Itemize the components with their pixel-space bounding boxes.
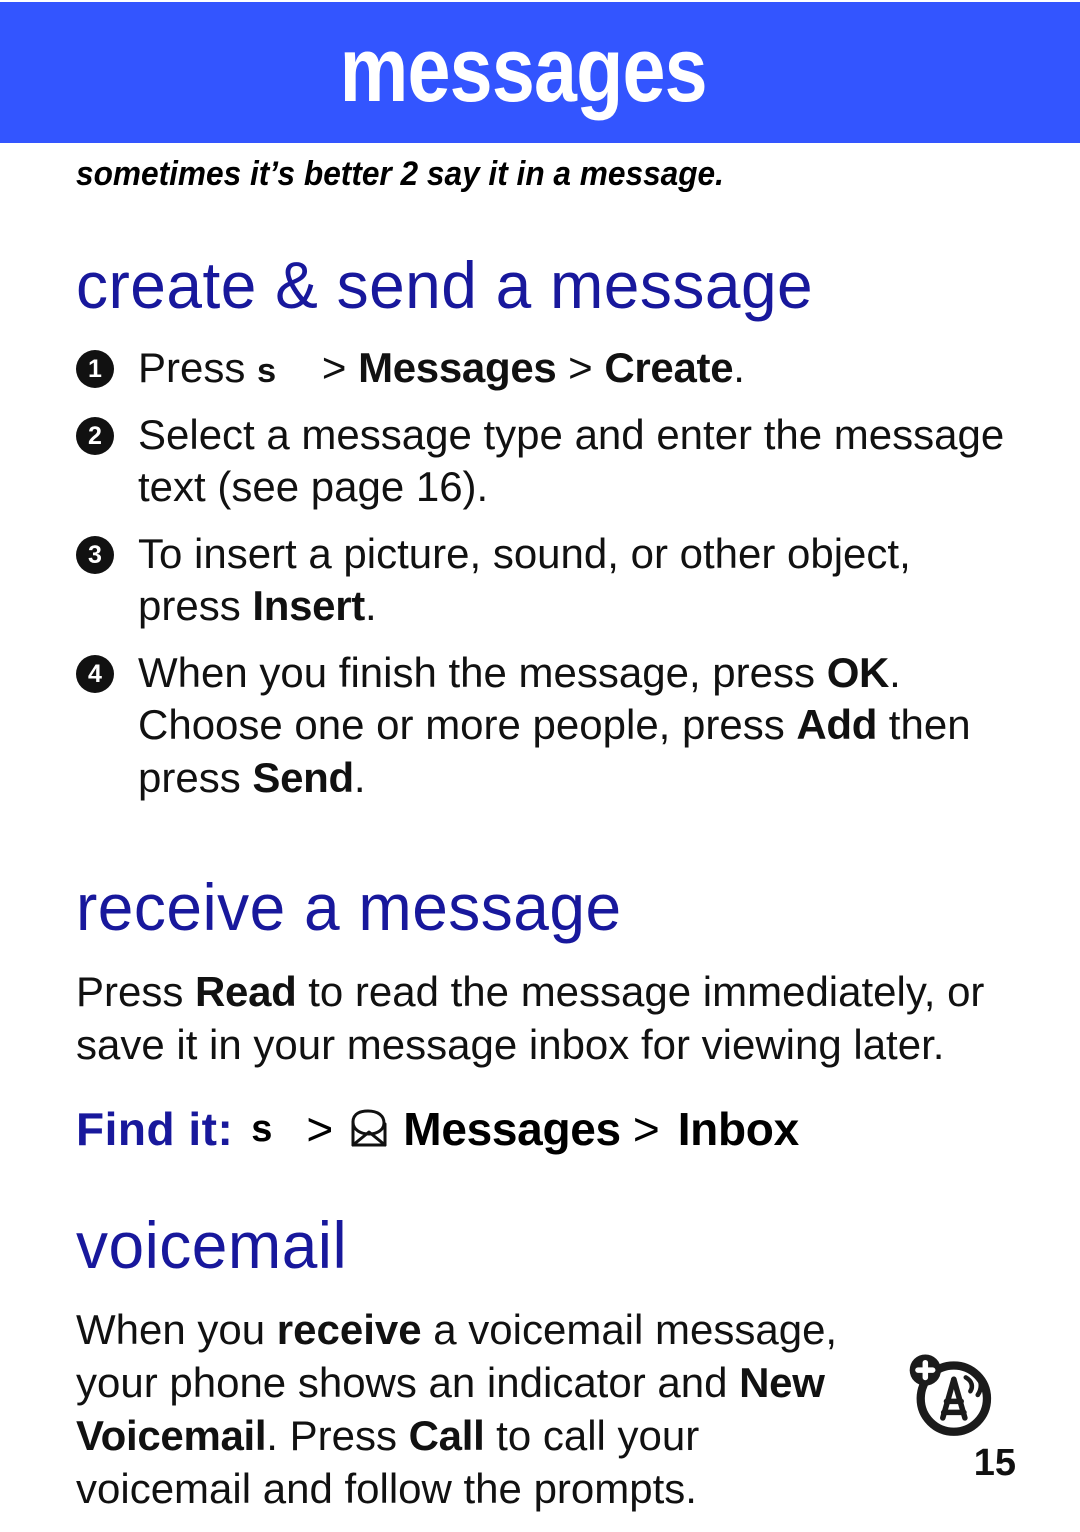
softkey-label-send: Send — [252, 753, 354, 801]
voicemail-block: When you receive a voicemail message, yo… — [76, 1278, 1016, 1516]
step-text: When you finish the message, press OK. C… — [138, 647, 1016, 805]
path-item-messages: Messages — [403, 1102, 621, 1155]
paragraph-fragment: When you — [76, 1305, 277, 1353]
step-number-badge: 2 — [76, 416, 114, 455]
section-heading-create-send: create & send a message — [76, 248, 814, 322]
step-text: To insert a picture, sound, or other obj… — [138, 528, 1016, 633]
step-text-fragment: > — [556, 344, 605, 391]
page-header-banner: messages — [0, 2, 1080, 143]
center-select-key-glyph: s — [257, 352, 277, 390]
section-heading-voicemail: voicemail — [76, 1207, 348, 1282]
step-item: 3 To insert a picture, sound, or other o… — [76, 528, 1016, 633]
voicemail-icon-column — [906, 1278, 1016, 1445]
softkey-label-call: Call — [408, 1411, 485, 1459]
step-number-badge: 1 — [76, 350, 114, 388]
paragraph-voicemail: When you receive a voicemail message, yo… — [76, 1304, 866, 1516]
step-text: Press s > Messages > Create. — [138, 342, 745, 395]
step-text-fragment: . — [364, 582, 377, 629]
menu-label-create: Create — [604, 344, 734, 391]
step-text: Select a message type and enter the mess… — [138, 409, 1016, 514]
step-number-badge: 4 — [76, 654, 114, 693]
step-number-badge: 3 — [76, 535, 114, 574]
path-separator-chevron: > — [306, 1102, 334, 1155]
step-text-fragment: . — [353, 753, 366, 801]
page-subtitle: sometimes it’s better 2 say it in a mess… — [76, 155, 724, 193]
path-item-inbox: Inbox — [677, 1102, 799, 1155]
open-envelope-icon — [347, 1109, 393, 1149]
paragraph-receive: Press Read to read the message immediate… — [76, 966, 1006, 1072]
section-heading-receive: receive a message — [76, 870, 622, 944]
steps-list-create-send: 1 Press s > Messages > Create. 2 Select … — [76, 342, 1016, 804]
step-text-fragment: Select a message type and enter the mess… — [138, 410, 1005, 511]
step-item: 4 When you finish the message, press OK.… — [76, 647, 1016, 805]
page-content: sometimes it’s better 2 say it in a mess… — [76, 155, 1016, 1515]
step-text-fragment: . — [733, 344, 745, 391]
find-it-label: Find it: — [76, 1102, 234, 1155]
paragraph-fragment: . Press — [266, 1411, 409, 1459]
step-text-fragment: > — [310, 344, 359, 391]
page-number: 15 — [973, 1442, 1016, 1484]
page-title: messages — [339, 19, 708, 121]
path-separator-chevron: > — [632, 1102, 660, 1155]
step-item: 2 Select a message type and enter the me… — [76, 409, 1016, 514]
voicemail-text-column: When you receive a voicemail message, yo… — [76, 1278, 906, 1516]
step-text-fragment: When you finish the message, press — [138, 648, 827, 696]
find-it-path: Find it: s > Messages > Inbox — [76, 1106, 1016, 1152]
softkey-label-read: Read — [195, 968, 297, 1015]
softkey-label-add: Add — [796, 701, 878, 748]
paragraph-fragment: Press — [76, 968, 196, 1015]
center-select-key-glyph: s — [251, 1107, 273, 1150]
softkey-label-ok: OK — [826, 648, 890, 696]
softkey-label-insert: Insert — [252, 582, 365, 629]
step-item: 1 Press s > Messages > Create. — [76, 342, 1016, 395]
step-text-fragment: Press — [138, 344, 258, 391]
menu-label-messages: Messages — [358, 344, 557, 391]
emphasis-receive: receive — [276, 1305, 422, 1353]
